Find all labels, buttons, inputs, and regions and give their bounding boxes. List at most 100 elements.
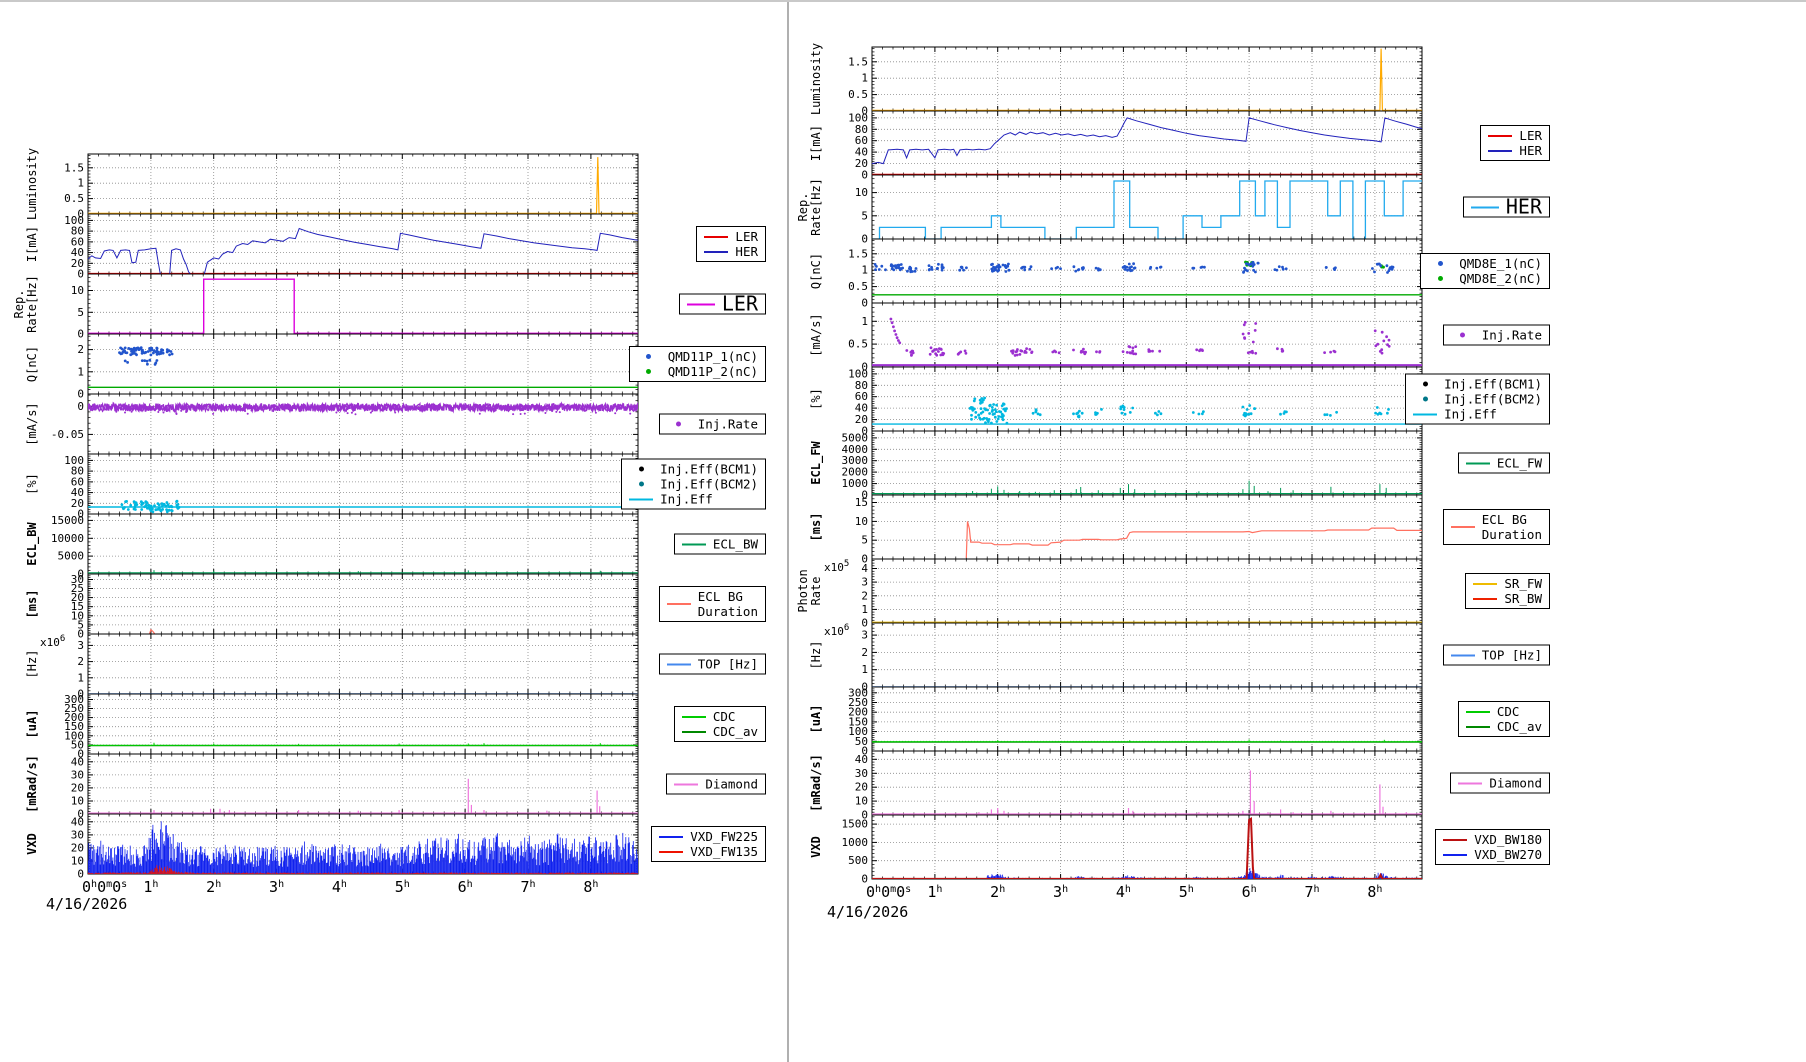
series-vxd_fw225 xyxy=(88,821,638,874)
legend-vxd-fw225: VXD_FW225VXD_FW135 xyxy=(651,826,766,862)
subplot-1: 020406080100I[mA] xyxy=(809,111,1422,182)
legend-entry: SR_BW xyxy=(1473,591,1542,606)
vxd_bw270-swatch xyxy=(1443,854,1467,856)
series-ecl_fw-spikes xyxy=(973,481,1407,494)
y-axis-label: I[mA] xyxy=(809,125,823,161)
axis-ticks xyxy=(872,175,1422,239)
subplot-7: 051015[ms] xyxy=(809,495,1422,566)
subplot-frame xyxy=(872,559,1422,623)
ler-swatch xyxy=(704,236,728,238)
subplot-3: 012Q[nC] xyxy=(25,334,638,401)
axis-scale-label: x105 xyxy=(824,559,849,574)
legend-label: Inj.Eff(BCM2) xyxy=(1444,392,1542,407)
svg-text:0.5: 0.5 xyxy=(848,338,868,351)
x-tick-label: 5h xyxy=(1179,883,1194,901)
svg-text:10: 10 xyxy=(71,284,84,297)
axis-ticks xyxy=(872,239,1422,303)
legend-qmd11p-1-nc-: QMD11P_1(nC)QMD11P_2(nC) xyxy=(629,346,766,382)
cdc_av-swatch xyxy=(1466,726,1490,728)
legend-label: Inj.Eff xyxy=(1444,407,1497,422)
series-qmd11p_1 xyxy=(118,346,173,366)
y-axis-label: ECL_FW xyxy=(809,441,824,485)
her-swatch xyxy=(704,251,728,253)
y-tick-labels: 020406080100 xyxy=(64,454,84,521)
legend-entry: Inj.Eff(BCM2) xyxy=(1413,392,1542,407)
axis-ticks xyxy=(88,754,638,814)
legend-entry: LER xyxy=(704,229,758,244)
series-layer xyxy=(150,630,155,634)
axis-ticks xyxy=(872,751,1422,815)
legend-entry: Inj.Eff xyxy=(629,492,758,507)
legend-her: HER xyxy=(1463,197,1550,218)
subplot-2: 0510Rep.Rate[Hz] xyxy=(796,175,1422,246)
x-axis-labels: 0h0m0s1h2h3h4h5h6h7h8h xyxy=(866,883,1382,901)
legend-label: Diamond xyxy=(705,777,758,792)
inj.eff(bcm2)-swatch xyxy=(629,482,653,487)
x-origin-label: 0h0m0s xyxy=(866,883,911,901)
legend-cdc: CDCCDC_av xyxy=(674,706,766,742)
legend-ler: LERHER xyxy=(696,226,766,262)
legend-label: VXD_FW135 xyxy=(690,844,758,859)
qmd11p_1(nc)-swatch xyxy=(637,354,661,359)
y-axis-label: VXD xyxy=(25,833,39,855)
legend-entry: VXD_FW135 xyxy=(659,844,758,859)
subplot-12: 050010001500VXD xyxy=(809,815,1422,886)
subplot-4: -0.050[mA/s] xyxy=(25,394,638,454)
series-layer xyxy=(88,743,638,746)
x-axis-labels: 0h0m0s1h2h3h4h5h6h7h8h xyxy=(82,878,598,896)
subplot-frame xyxy=(872,239,1422,303)
svg-text:10: 10 xyxy=(71,795,84,808)
subplot-frame xyxy=(88,634,638,694)
subplot-frame xyxy=(872,815,1422,879)
series-diamond-spikes xyxy=(154,779,600,813)
svg-text:40: 40 xyxy=(71,755,84,768)
legend-sr-fw: SR_FWSR_BW xyxy=(1465,573,1550,609)
y-tick-labels: 050100150200250300 xyxy=(64,693,84,761)
svg-text:2: 2 xyxy=(77,655,84,668)
legend-label: ECL_FW xyxy=(1497,456,1542,471)
y-axis-label: [mRad/s] xyxy=(809,754,823,812)
top-[hz]-swatch xyxy=(1451,654,1475,656)
y-tick-labels: 050010001500 xyxy=(842,818,869,886)
x-tick-label: 4h xyxy=(332,878,347,896)
y-tick-labels: 010002000300040005000 xyxy=(842,431,869,501)
legend-entry: VXD_FW225 xyxy=(659,829,758,844)
series-layer xyxy=(872,261,1422,295)
y-axis-label: Photon xyxy=(796,569,810,612)
series-layer xyxy=(88,821,638,874)
svg-text:0: 0 xyxy=(861,233,868,246)
svg-text:80: 80 xyxy=(855,123,868,136)
y-axis-label: Q[nC] xyxy=(25,346,39,382)
series-rep.rate-ler xyxy=(88,279,638,333)
axis-ticks xyxy=(872,111,1422,175)
x-origin-label: 0h0m0s xyxy=(82,878,127,896)
x-tick-label: 8h xyxy=(1367,883,1382,901)
sr_fw-swatch xyxy=(1473,583,1497,585)
y-tick-labels: 010203040 xyxy=(855,753,868,822)
legend-entry: TOP [Hz] xyxy=(667,657,758,672)
legend-entry: ECL BGDuration xyxy=(667,589,758,619)
y-axis-label: Rate[Hz] xyxy=(25,275,39,333)
legend-entry: SR_FW xyxy=(1473,576,1542,591)
svg-text:20: 20 xyxy=(855,157,868,170)
legend-top-hz-: TOP [Hz] xyxy=(659,654,766,675)
svg-text:0: 0 xyxy=(861,169,868,182)
legend-entry: LER xyxy=(1488,128,1542,143)
gridlines xyxy=(88,514,638,574)
subplot-5: 020406080100[%] xyxy=(25,454,638,521)
svg-text:0: 0 xyxy=(77,328,84,341)
legend-entry: Inj.Eff(BCM1) xyxy=(629,462,758,477)
svg-text:300: 300 xyxy=(64,693,84,706)
panel-right: 4/16/2026 00.511.5Luminosity020406080100… xyxy=(789,2,1806,1062)
subplot-6: 050001000015000ECL_BW xyxy=(25,514,638,581)
series-layer xyxy=(872,397,1422,425)
gridlines xyxy=(872,47,1422,111)
y-tick-labels: 00.51 xyxy=(848,315,868,374)
svg-text:40: 40 xyxy=(855,146,868,159)
gridlines xyxy=(872,559,1422,623)
series-layer xyxy=(872,481,1422,494)
axis-ticks xyxy=(88,634,638,694)
legend-label: LER xyxy=(1519,128,1542,143)
legend-diamond: Diamond xyxy=(666,774,766,795)
legend-entry: VXD_BW180 xyxy=(1443,832,1542,847)
